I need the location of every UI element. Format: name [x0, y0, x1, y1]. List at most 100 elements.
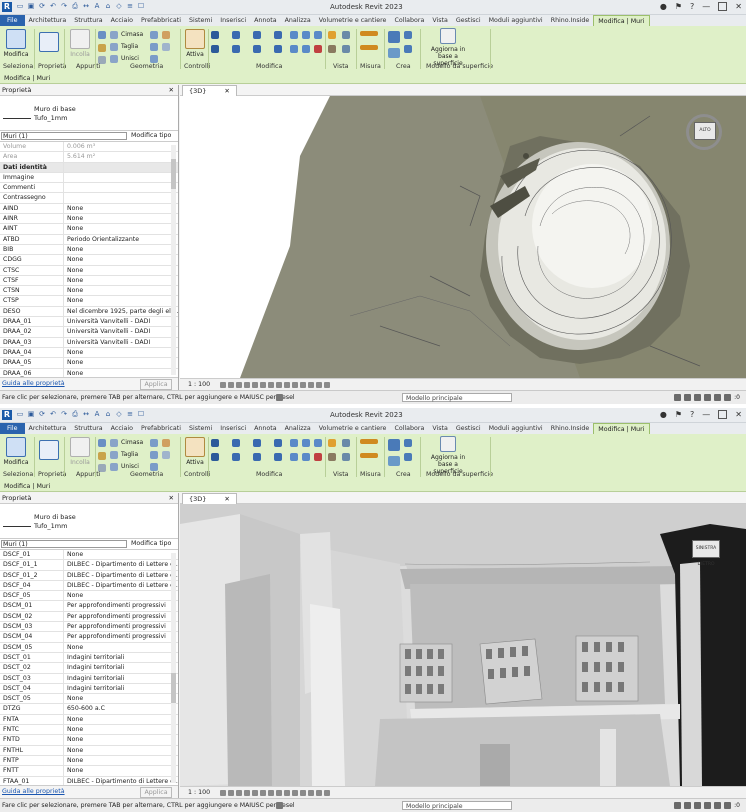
property-row[interactable]: FNTP None	[0, 755, 178, 767]
sync-icon[interactable]: ⟳	[38, 410, 46, 419]
move-icon[interactable]	[211, 453, 219, 461]
help-link[interactable]: Guida alle proprietà	[2, 788, 65, 795]
property-value[interactable]: None	[64, 245, 178, 254]
tab-struttura[interactable]: Struttura	[70, 15, 106, 26]
3d-viewport[interactable]: ALTO	[180, 96, 746, 378]
property-row[interactable]: DSCF_01 None	[0, 550, 178, 561]
property-row[interactable]: ATBD Periodo Orientalizzante	[0, 234, 178, 245]
join-button[interactable]: Unisci	[121, 55, 139, 62]
tab-architettura[interactable]: Architettura	[25, 423, 71, 434]
property-value[interactable]: Per approfondimenti progressivi	[64, 622, 178, 631]
redo-icon[interactable]: ↷	[60, 2, 68, 11]
tab-prefabbricati[interactable]: Prefabbricati	[137, 15, 185, 26]
mirror-axis-icon[interactable]	[253, 439, 261, 447]
tab-file[interactable]: File	[0, 423, 25, 434]
constraints-icon[interactable]	[324, 382, 330, 388]
mirror-draw-icon[interactable]	[274, 31, 282, 39]
array-icon[interactable]	[290, 45, 298, 53]
tab-architettura[interactable]: Architettura	[25, 15, 71, 26]
wall-profile-icon[interactable]	[162, 451, 170, 459]
create-group-icon[interactable]	[388, 439, 400, 451]
property-value[interactable]: Indagini territoriali	[64, 663, 178, 672]
property-row[interactable]: DSCM_03 Per approfondimenti progressivi	[0, 622, 178, 633]
shadows-icon[interactable]	[244, 790, 250, 796]
property-row[interactable]: DSCM_01 Per approfondimenti progressivi	[0, 601, 178, 612]
property-row[interactable]: AIND None	[0, 203, 178, 215]
pin-icon[interactable]	[314, 439, 322, 447]
property-value[interactable]: None	[64, 746, 178, 755]
create-assembly-icon[interactable]	[388, 456, 400, 466]
view-icon[interactable]	[342, 439, 350, 447]
3d-view-icon[interactable]: ⌂	[104, 410, 112, 419]
update-to-face-button[interactable]: Aggiorna in base a superficie	[424, 28, 472, 67]
select-by-face-icon[interactable]	[704, 802, 712, 809]
brush-icon[interactable]	[328, 45, 336, 53]
property-value[interactable]: Per approfondimenti progressivi	[64, 632, 178, 641]
tab-annota[interactable]: Annota	[250, 423, 280, 434]
property-value[interactable]: DILBEC - Dipartimento di Lettere e ...	[64, 581, 178, 590]
property-row[interactable]: DRAA_02 Università Vanvitelli - DADI	[0, 327, 178, 338]
model-selector[interactable]: Modello principale	[402, 393, 512, 402]
tab-analizza[interactable]: Analizza	[281, 15, 315, 26]
redo-icon[interactable]: ↷	[60, 410, 68, 419]
reveal-icon[interactable]	[292, 790, 298, 796]
view-icon[interactable]	[342, 31, 350, 39]
property-value[interactable]: Periodo Orientalizzante	[64, 235, 178, 244]
maximize-icon[interactable]	[718, 410, 728, 419]
show-crop-icon[interactable]	[268, 382, 274, 388]
cart-icon[interactable]: ⚑	[675, 2, 682, 11]
3d-viewport[interactable]: SINISTRA DIETRO	[180, 504, 746, 786]
analysis-icon[interactable]	[308, 790, 314, 796]
properties-button[interactable]	[38, 440, 60, 462]
worksets-icon[interactable]	[276, 394, 283, 401]
property-value[interactable]: 0.006 m³	[64, 142, 178, 151]
user-icon[interactable]: ●	[660, 2, 667, 11]
highlight-icon[interactable]	[316, 790, 322, 796]
tab-modifica-muri[interactable]: Modifica | Muri	[593, 423, 650, 434]
tab-prefabbricati[interactable]: Prefabbricati	[137, 423, 185, 434]
tab-volumetrie[interactable]: Volumetrie e cantiere	[315, 423, 391, 434]
minimize-icon[interactable]: —	[702, 410, 710, 419]
property-value[interactable]	[64, 173, 178, 182]
scale-icon[interactable]	[302, 453, 310, 461]
section-icon[interactable]: ◇	[115, 410, 123, 419]
property-value[interactable]: None	[64, 694, 178, 703]
cope-button[interactable]: Cimasa	[121, 31, 143, 38]
select-links-icon[interactable]	[674, 394, 682, 401]
tab-rhino-inside[interactable]: Rhino.Inside	[547, 15, 594, 26]
tab-acciaio[interactable]: Acciaio	[107, 15, 137, 26]
tab-volumetrie[interactable]: Volumetrie e cantiere	[315, 15, 391, 26]
minimize-icon[interactable]: —	[702, 2, 710, 11]
property-row[interactable]: DSCT_04 Indagini territoriali	[0, 683, 178, 695]
property-value[interactable]: None	[64, 735, 178, 744]
render-icon[interactable]	[252, 382, 258, 388]
undo-icon[interactable]: ↶	[49, 2, 57, 11]
section-icon[interactable]: ◇	[115, 2, 123, 11]
split-gap-icon[interactable]	[302, 439, 310, 447]
activate-button[interactable]: Attiva	[184, 29, 206, 58]
close-icon[interactable]: ✕	[224, 495, 229, 503]
group-seleziona[interactable]: Seleziona	[3, 63, 33, 70]
property-row[interactable]: DSCM_04 Per approfondimenti progressivi	[0, 632, 178, 643]
temp-hide-icon[interactable]	[284, 382, 290, 388]
copy-icon[interactable]	[98, 44, 106, 52]
property-row[interactable]: DRAA_01 Università Vanvitelli - DADI	[0, 317, 178, 328]
create-similar-icon[interactable]	[404, 439, 412, 447]
property-value[interactable]: DILBEC - Dipartimento di Lettere e ...	[64, 560, 178, 569]
properties-scrollbar[interactable]	[171, 145, 176, 375]
property-row[interactable]: CTSP None	[0, 296, 178, 307]
save-icon[interactable]: ▣	[27, 2, 35, 11]
split-face-icon[interactable]	[150, 43, 158, 51]
instance-selector[interactable]: Muri (1)	[1, 540, 127, 548]
view-scale[interactable]: 1 : 100	[188, 789, 210, 796]
property-row[interactable]: CTSC None	[0, 265, 178, 276]
detail-level-icon[interactable]	[220, 382, 226, 388]
split-icon[interactable]	[290, 31, 298, 39]
property-row[interactable]: DSCM_05 None	[0, 642, 178, 653]
property-value[interactable]: Per approfondimenti progressivi	[64, 612, 178, 621]
measure-icon[interactable]: ↔	[82, 2, 90, 11]
tab-gestisci[interactable]: Gestisci	[452, 15, 485, 26]
hide-icon[interactable]	[342, 45, 350, 53]
3d-view-icon[interactable]: ⌂	[104, 2, 112, 11]
property-value[interactable]	[64, 183, 178, 192]
